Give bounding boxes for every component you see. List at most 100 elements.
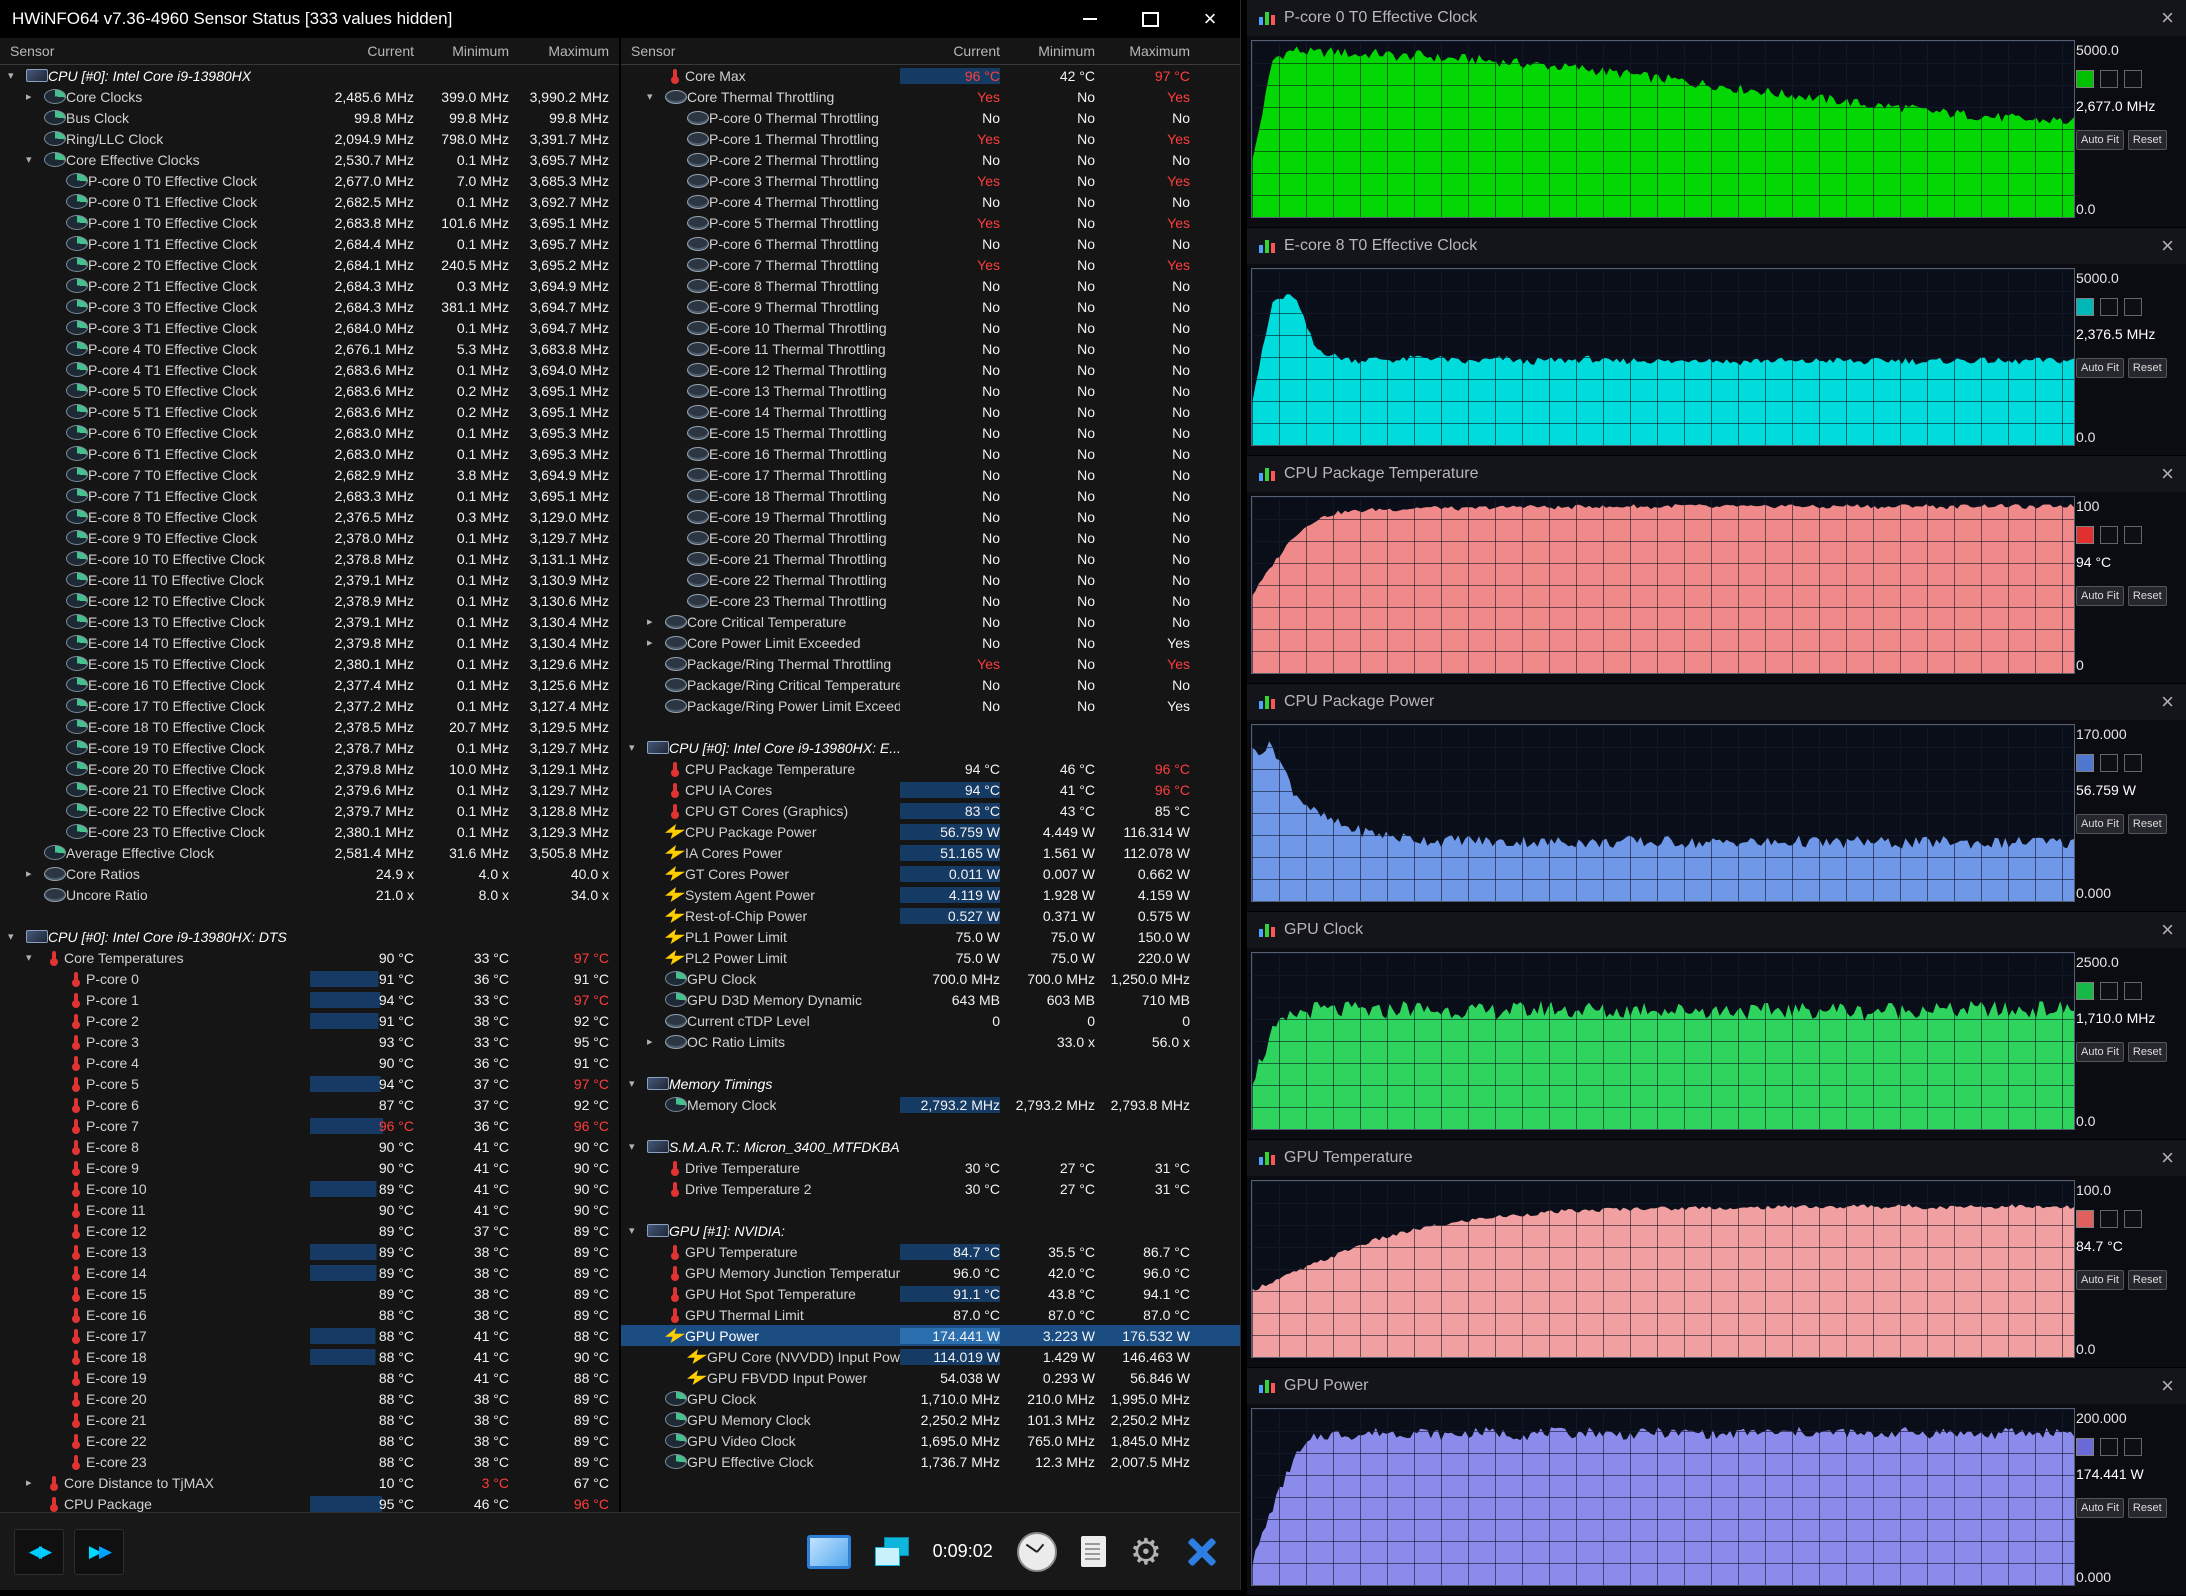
current-value[interactable]: 2,793.2 MHz — [900, 1096, 1000, 1113]
sensor-row[interactable]: E-core 18 T0 Effective Clock 2,378.5 MHz 2… — [0, 716, 619, 737]
sensor-row[interactable]: P-core 5 94 °C 37 °C 97 °C — [0, 1073, 619, 1094]
maximum-value[interactable]: 89 °C — [509, 1433, 619, 1449]
close-button[interactable]: × — [1180, 0, 1240, 38]
minimum-value[interactable]: 0.1 MHz — [414, 635, 509, 651]
graph-plot[interactable] — [1251, 40, 2075, 218]
current-value[interactable]: 88 °C — [310, 1348, 414, 1365]
close-icon[interactable]: × — [2161, 691, 2174, 713]
sensor-row[interactable]: E-core 16 T0 Effective Clock 2,377.4 MHz 0… — [0, 674, 619, 695]
minimum-value[interactable]: No — [1000, 551, 1095, 567]
minimum-value[interactable]: 36 °C — [414, 1118, 509, 1134]
graph-panel-titlebar[interactable]: GPU Temperature × — [1247, 1140, 2186, 1176]
sensor-row[interactable]: Core Max 96 °C 42 °C 97 °C — [621, 65, 1240, 86]
section-header-row[interactable]: ▾ CPU [#0]: Intel Core i9-13980HX: E... — [621, 737, 1240, 758]
section-header-row[interactable]: ▾ Memory Timings — [621, 1073, 1240, 1094]
maximum-value[interactable]: 116.314 W — [1095, 824, 1190, 840]
maximum-value[interactable]: No — [1095, 362, 1190, 378]
minimum-value[interactable]: 41 °C — [414, 1181, 509, 1197]
current-value[interactable]: Yes — [900, 131, 1000, 147]
current-value[interactable]: 10 °C — [310, 1475, 414, 1491]
current-value[interactable]: No — [900, 614, 1000, 630]
sensor-row[interactable]: P-core 0 T0 Effective Clock 2,677.0 MHz 7.… — [0, 170, 619, 191]
sensor-row[interactable]: E-core 20 88 °C 38 °C 89 °C — [0, 1388, 619, 1409]
collapse-chevron-icon[interactable]: ▾ — [629, 741, 647, 754]
current-value[interactable]: 75.0 W — [900, 929, 1000, 945]
current-value[interactable]: No — [900, 446, 1000, 462]
maximum-value[interactable]: 89 °C — [509, 1454, 619, 1470]
close-icon[interactable]: × — [2161, 1375, 2174, 1397]
sensor-row[interactable]: E-core 17 T0 Effective Clock 2,377.2 MHz 0… — [0, 695, 619, 716]
maximum-value[interactable]: 3,129.7 MHz — [509, 530, 619, 546]
checkbox[interactable] — [2100, 1438, 2118, 1456]
sensor-row[interactable]: GPU Temperature 84.7 °C 35.5 °C 86.7 °C — [621, 1241, 1240, 1262]
current-value[interactable]: 90 °C — [310, 1055, 414, 1071]
current-value[interactable]: 96.0 °C — [900, 1265, 1000, 1281]
maximum-value[interactable]: 89 °C — [509, 1412, 619, 1428]
collapse-chevron-icon[interactable]: ▾ — [26, 951, 44, 964]
sensor-row[interactable]: GPU Core (NVVDD) Input Power ...114.019 … — [621, 1346, 1240, 1367]
close-sensors-button[interactable] — [1186, 1536, 1218, 1568]
current-value[interactable]: 2,485.6 MHz — [310, 89, 414, 105]
maximize-button[interactable] — [1120, 0, 1180, 38]
report-button[interactable] — [1080, 1536, 1106, 1567]
auto-fit-button[interactable]: Auto Fit — [2076, 358, 2124, 378]
auto-fit-button[interactable]: Auto Fit — [2076, 1498, 2124, 1518]
minimum-value[interactable]: 7.0 MHz — [414, 173, 509, 189]
current-value[interactable]: 88 °C — [310, 1433, 414, 1449]
current-value[interactable]: No — [900, 110, 1000, 126]
sensor-row[interactable]: P-core 2 T1 Effective Clock 2,684.3 MHz 0.… — [0, 275, 619, 296]
sensor-row[interactable]: E-core 13 T0 Effective Clock 2,379.1 MHz 0… — [0, 611, 619, 632]
maximum-value[interactable]: 95 °C — [509, 1034, 619, 1050]
section-header-row[interactable]: ▾ CPU [#0]: Intel Core i9-13980HX: DTS — [0, 926, 619, 947]
minimum-value[interactable]: 38 °C — [414, 1454, 509, 1470]
current-value[interactable]: 90 °C — [310, 1160, 414, 1176]
current-value[interactable]: 84.7 °C — [900, 1243, 1000, 1260]
sensor-row[interactable]: GPU Memory Clock 2,250.2 MHz 101.3 MHz 2,25… — [621, 1409, 1240, 1430]
minimum-value[interactable]: 5.3 MHz — [414, 341, 509, 357]
current-value[interactable]: 96 °C — [900, 67, 1000, 84]
sensor-row[interactable]: E-core 12 T0 Effective Clock 2,378.9 MHz 0… — [0, 590, 619, 611]
minimum-value[interactable]: 41 °C — [1000, 782, 1095, 798]
minimum-value[interactable]: 38 °C — [414, 1307, 509, 1323]
current-value[interactable]: 51.165 W — [900, 844, 1000, 861]
reset-button[interactable]: Reset — [2127, 1042, 2167, 1062]
maximum-value[interactable]: 1,995.0 MHz — [1095, 1391, 1190, 1407]
minimum-value[interactable]: 75.0 W — [1000, 929, 1095, 945]
maximum-value[interactable]: 3,130.9 MHz — [509, 572, 619, 588]
current-value[interactable]: 4.119 W — [900, 886, 1000, 903]
minimum-value[interactable]: No — [1000, 257, 1095, 273]
reset-button[interactable]: Reset — [2127, 1498, 2167, 1518]
current-value[interactable]: 2,682.5 MHz — [310, 194, 414, 210]
maximum-value[interactable]: 89 °C — [509, 1391, 619, 1407]
current-value[interactable]: No — [900, 278, 1000, 294]
current-value[interactable]: 2,683.0 MHz — [310, 425, 414, 441]
expand-chevron-icon[interactable]: ▸ — [26, 867, 44, 880]
collapse-chevron-icon[interactable]: ▾ — [629, 1224, 647, 1237]
maximum-value[interactable]: 0.575 W — [1095, 908, 1190, 924]
checkbox[interactable] — [2100, 754, 2118, 772]
sensor-row[interactable]: GPU Effective Clock 1,736.7 MHz 12.3 MHz 2,… — [621, 1451, 1240, 1472]
current-value[interactable]: 2,379.8 MHz — [310, 635, 414, 651]
sensor-row[interactable]: E-core 14 89 °C 38 °C 89 °C — [0, 1262, 619, 1283]
current-value[interactable]: 2,684.4 MHz — [310, 236, 414, 252]
maximum-value[interactable]: 2,793.8 MHz — [1095, 1097, 1190, 1113]
sensor-row[interactable]: E-core 10 Thermal Throttling No No No — [621, 317, 1240, 338]
system-summary-button[interactable] — [806, 1534, 851, 1569]
current-value[interactable]: Yes — [900, 173, 1000, 189]
maximum-value[interactable]: 220.0 W — [1095, 950, 1190, 966]
current-value[interactable]: 93 °C — [310, 1034, 414, 1050]
maximum-value[interactable]: No — [1095, 488, 1190, 504]
series-color-swatch[interactable] — [2076, 70, 2094, 88]
maximum-value[interactable]: Yes — [1095, 257, 1190, 273]
minimum-value[interactable]: No — [1000, 677, 1095, 693]
minimum-value[interactable]: 101.6 MHz — [414, 215, 509, 231]
sensor-row[interactable]: P-core 4 90 °C 36 °C 91 °C — [0, 1052, 619, 1073]
maximum-value[interactable]: 3,130.6 MHz — [509, 593, 619, 609]
minimum-value[interactable]: 0.1 MHz — [414, 362, 509, 378]
graph-panel-titlebar[interactable]: GPU Clock × — [1247, 912, 2186, 948]
current-value[interactable]: 2,379.1 MHz — [310, 572, 414, 588]
graph-plot[interactable] — [1251, 496, 2075, 674]
maximum-value[interactable]: No — [1095, 320, 1190, 336]
current-value[interactable]: No — [900, 551, 1000, 567]
minimum-value[interactable]: No — [1000, 89, 1095, 105]
